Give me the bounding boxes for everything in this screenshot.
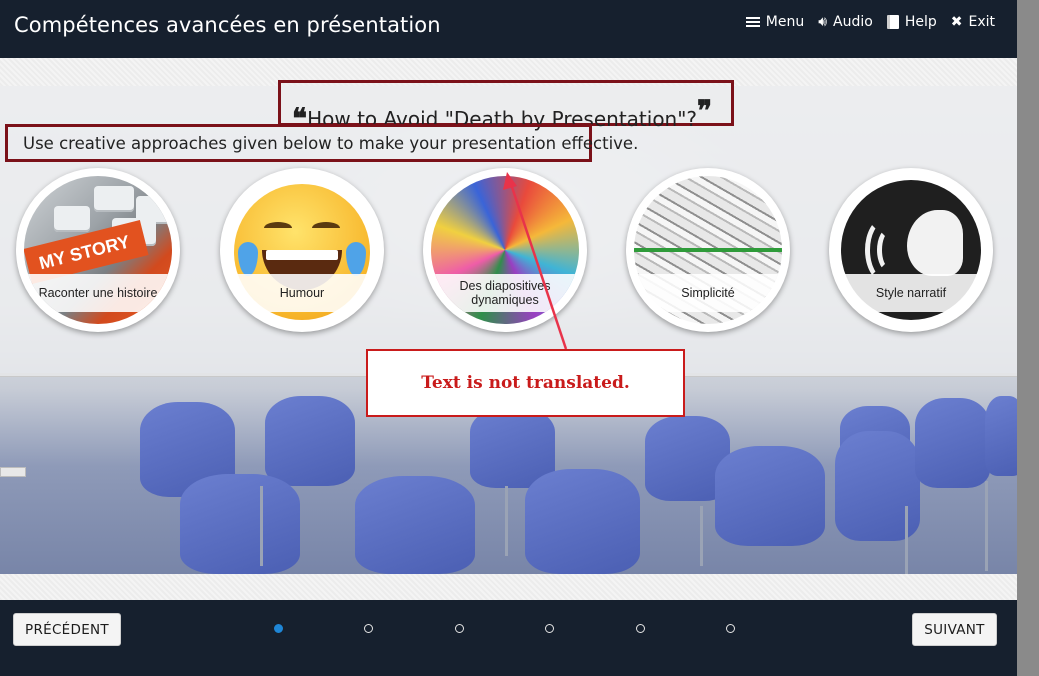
annotation-box: Text is not translated.: [366, 349, 685, 417]
page-dot-4[interactable]: [545, 624, 554, 633]
page-dot-1[interactable]: [274, 624, 283, 633]
next-button[interactable]: SUIVANT: [912, 613, 997, 646]
page-dot-5[interactable]: [636, 624, 645, 633]
page-dot-2[interactable]: [364, 624, 373, 633]
window-edge: [1017, 0, 1039, 676]
annotation-arrow: [503, 172, 568, 350]
page-dot-3[interactable]: [455, 624, 464, 633]
previous-button[interactable]: PRÉCÉDENT: [13, 613, 121, 646]
page-dot-6[interactable]: [726, 624, 735, 633]
bottom-bar: PRÉCÉDENT SUIVANT: [0, 600, 1017, 676]
course-player: Compétences avancées en présentation Men…: [0, 0, 1017, 676]
